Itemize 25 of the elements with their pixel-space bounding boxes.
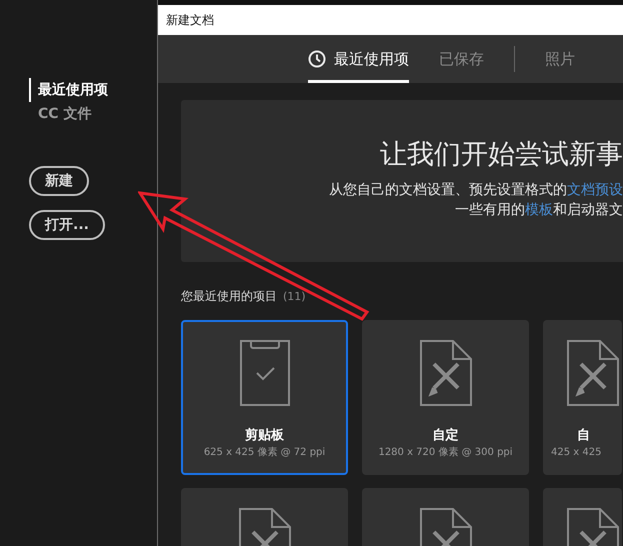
banner-text: 从您自己的文档设置、预先设置格式的文档预设 — [328, 181, 623, 200]
window-title: 新建文档 — [166, 12, 214, 28]
tab[interactable]: 照片 — [545, 35, 575, 83]
clipboard-check-icon — [240, 340, 290, 406]
link[interactable]: 文档预设 — [567, 182, 623, 198]
preset-size: 625 x 425 像素 @ 72 ppi — [204, 446, 326, 459]
banner-text: 一些有用的模板和启动器文 — [454, 201, 623, 220]
link[interactable]: 模板 — [525, 202, 553, 218]
preset-card[interactable]: 剪贴板 625 x 425 像素 @ 72 ppi — [181, 320, 348, 475]
preset-card[interactable]: 自定 1280 x 720 像素 @ 300 ppi — [362, 320, 529, 475]
preset-name: 自定 — [432, 428, 458, 444]
preset-size: 1280 x 720 像素 @ 300 ppi — [378, 446, 513, 459]
item-count: (11) — [283, 290, 306, 303]
banner-title: 让我们开始尝试新事 — [379, 138, 623, 172]
preset-name: 剪贴板 — [245, 428, 284, 444]
sidebar-item[interactable]: 最近使用项 — [29, 78, 108, 102]
clock-icon — [308, 50, 326, 68]
sidebar-button[interactable]: 新建 — [29, 166, 89, 196]
preset-card[interactable]: 自 425 x 425 — [543, 320, 622, 475]
preset-name: 自 — [577, 428, 590, 444]
preset-size: 425 x 425 — [551, 446, 602, 459]
section-heading: 您最近使用的项目 — [181, 288, 277, 305]
sidebar-item[interactable]: CC 文件 — [29, 102, 92, 126]
sidebar-button[interactable]: 打开... — [29, 210, 105, 240]
tab[interactable]: 已保存 — [439, 35, 484, 83]
